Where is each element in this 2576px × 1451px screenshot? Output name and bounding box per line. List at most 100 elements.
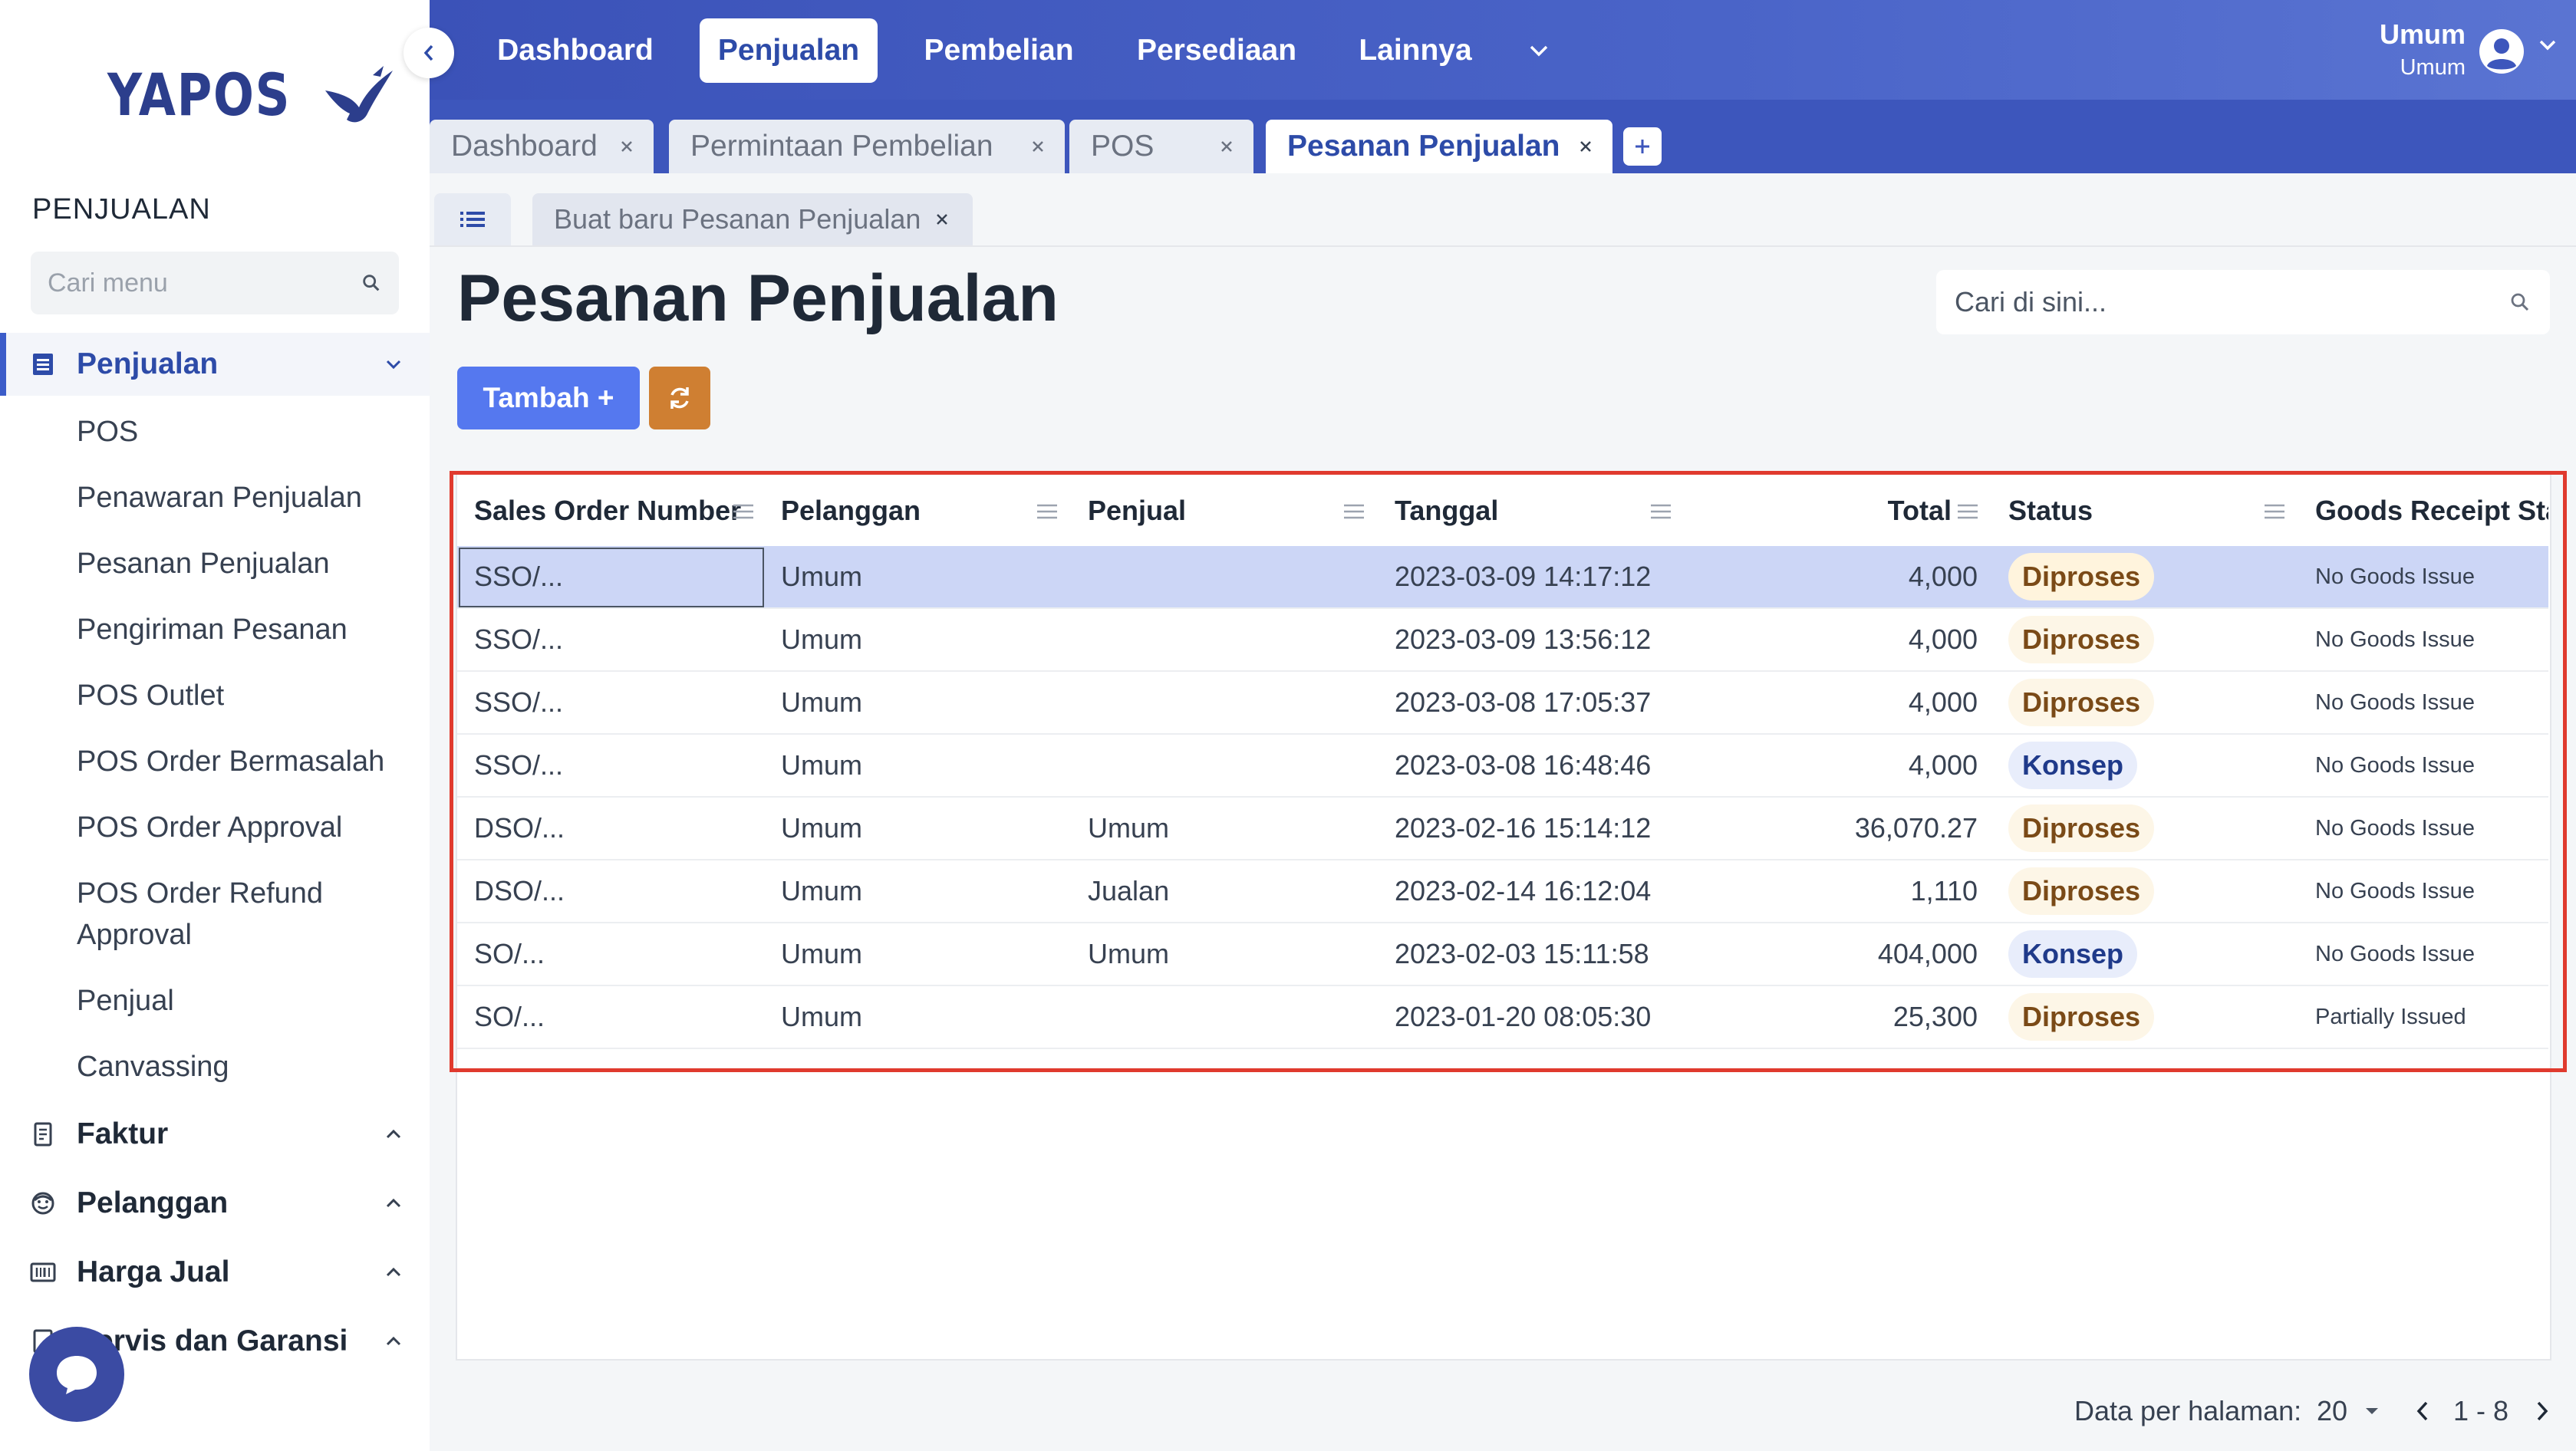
cell-total[interactable]: 25,300 <box>1701 986 1978 1048</box>
add-tab-button[interactable] <box>1623 127 1662 166</box>
user-info[interactable]: Umum Umum <box>2380 18 2466 81</box>
column-menu-icon[interactable] <box>2263 503 2286 520</box>
column-header-status[interactable]: Status <box>2008 475 2093 546</box>
cell-pelanggan[interactable]: Umum <box>781 798 862 859</box>
nav-dashboard[interactable]: Dashboard <box>483 18 667 83</box>
cell-pelanggan[interactable]: Umum <box>781 860 862 922</box>
cell-tanggal[interactable]: 2023-03-08 16:48:46 <box>1395 735 1651 796</box>
cell-tanggal[interactable]: 2023-02-03 15:11:58 <box>1395 923 1649 985</box>
cell-sales-order-number[interactable]: SO/... <box>474 923 545 985</box>
cell-total[interactable]: 4,000 <box>1701 546 1978 607</box>
sidebar-group-faktur[interactable]: Faktur <box>0 1103 430 1166</box>
cell-status[interactable]: Diproses <box>2008 609 2155 670</box>
cell-total[interactable]: 4,000 <box>1701 609 1978 670</box>
cell-goods-receipt-status[interactable]: No Goods Issue <box>2315 735 2475 796</box>
sidebar-item-pos-outlet[interactable]: POS Outlet <box>77 675 414 716</box>
cell-penjual[interactable]: Umum <box>1088 798 1169 859</box>
list-view-toggle[interactable] <box>434 193 511 245</box>
cell-sales-order-number[interactable]: SO/... <box>474 986 545 1048</box>
close-icon[interactable] <box>1028 137 1048 156</box>
cell-total[interactable]: 1,110 <box>1701 860 1978 922</box>
sidebar-group-harga-jual[interactable]: Harga Jual <box>0 1241 430 1304</box>
chat-bubble-button[interactable] <box>29 1327 124 1422</box>
cell-penjual[interactable]: Jualan <box>1088 860 1169 922</box>
column-header-total[interactable]: Total <box>1760 475 1952 546</box>
close-icon[interactable] <box>1217 137 1237 156</box>
sidebar-group-penjualan[interactable]: Penjualan <box>0 333 430 396</box>
sidebar-item-pos-order-approval[interactable]: POS Order Approval <box>77 807 414 848</box>
main-search-input[interactable]: Cari di sini... <box>1936 270 2550 334</box>
sidebar-item-penawaran-penjualan[interactable]: Penawaran Penjualan <box>77 477 414 518</box>
add-button[interactable]: Tambah + <box>457 367 640 429</box>
cell-tanggal[interactable]: 2023-02-14 16:12:04 <box>1395 860 1651 922</box>
sidebar-item-pengiriman-pesanan[interactable]: Pengiriman Pesanan <box>77 609 414 650</box>
column-header-pelanggan[interactable]: Pelanggan <box>781 475 921 546</box>
cell-status[interactable]: Diproses <box>2008 798 2155 859</box>
sidebar-group-pelanggan[interactable]: Pelanggan <box>0 1172 430 1235</box>
cell-goods-receipt-status[interactable]: No Goods Issue <box>2315 546 2475 607</box>
sidebar-item-penjual[interactable]: Penjual <box>77 980 414 1022</box>
refresh-button[interactable] <box>649 367 710 429</box>
table-row[interactable]: SO/... Umum 2023-01-20 08:05:30 25,300 D… <box>457 986 2548 1049</box>
sidebar-item-pos-order-refund-approval[interactable]: POS Order Refund Approval <box>77 873 353 956</box>
cell-total[interactable]: 4,000 <box>1701 735 1978 796</box>
subtab-buat-baru[interactable]: Buat baru Pesanan Penjualan <box>532 193 973 245</box>
cell-sales-order-number[interactable]: SSO/... <box>474 735 563 796</box>
brand-logo[interactable]: YAPOS <box>107 60 396 129</box>
next-page-button[interactable] <box>2535 1388 2550 1434</box>
table-row[interactable]: SSO/... Umum 2023-03-09 13:56:12 4,000 D… <box>457 609 2548 672</box>
close-icon[interactable] <box>1576 137 1596 156</box>
close-icon[interactable] <box>933 210 951 229</box>
cell-goods-receipt-status[interactable]: Partially Issued <box>2315 986 2466 1048</box>
column-header-penjual[interactable]: Penjual <box>1088 475 1186 546</box>
cell-tanggal[interactable]: 2023-03-08 17:05:37 <box>1395 672 1651 733</box>
chevron-down-icon[interactable] <box>2538 38 2558 52</box>
cell-sales-order-number[interactable]: SSO/... <box>474 609 563 670</box>
cell-status[interactable]: Diproses <box>2008 546 2155 607</box>
cell-total[interactable]: 404,000 <box>1701 923 1978 985</box>
cell-tanggal[interactable]: 2023-01-20 08:05:30 <box>1395 986 1651 1048</box>
column-menu-icon[interactable] <box>1649 503 1672 520</box>
cell-status[interactable]: Konsep <box>2008 923 2138 985</box>
nav-persediaan[interactable]: Persediaan <box>1125 18 1309 83</box>
cell-tanggal[interactable]: 2023-03-09 14:17:12 <box>1395 546 1651 607</box>
cell-sales-order-number[interactable]: DSO/... <box>474 860 565 922</box>
cell-status[interactable]: Diproses <box>2008 672 2155 733</box>
cell-status[interactable]: Diproses <box>2008 986 2155 1048</box>
cell-goods-receipt-status[interactable]: No Goods Issue <box>2315 860 2475 922</box>
tab-pos[interactable]: POS <box>1069 120 1253 173</box>
column-menu-icon[interactable] <box>732 503 755 520</box>
table-row[interactable]: SSO/... Umum 2023-03-08 16:48:46 4,000 K… <box>457 735 2548 798</box>
cell-pelanggan[interactable]: Umum <box>781 609 862 670</box>
sidebar-item-pos[interactable]: POS <box>77 411 414 452</box>
per-page-select[interactable]: 20 <box>2317 1388 2380 1434</box>
table-row[interactable]: DSO/... Umum Umum 2023-02-16 15:14:12 36… <box>457 798 2548 860</box>
cell-tanggal[interactable]: 2023-03-09 13:56:12 <box>1395 609 1651 670</box>
cell-status[interactable]: Konsep <box>2008 735 2138 796</box>
previous-page-button[interactable] <box>2415 1388 2430 1434</box>
cell-sales-order-number[interactable]: DSO/... <box>474 798 565 859</box>
column-header-sales-order-number[interactable]: Sales Order Number <box>474 475 741 546</box>
nav-penjualan[interactable]: Penjualan <box>700 18 878 83</box>
table-row[interactable]: SSO/... Umum 2023-03-09 14:17:12 4,000 D… <box>457 546 2548 609</box>
cell-penjual[interactable]: Umum <box>1088 923 1169 985</box>
nav-more-dropdown[interactable] <box>1522 18 1556 83</box>
column-header-tanggal[interactable]: Tanggal <box>1395 475 1498 546</box>
sidebar-item-pesanan-penjualan[interactable]: Pesanan Penjualan <box>77 543 414 584</box>
user-avatar-icon[interactable] <box>2478 28 2525 75</box>
column-menu-icon[interactable] <box>1956 503 1979 520</box>
cell-pelanggan[interactable]: Umum <box>781 923 862 985</box>
cell-tanggal[interactable]: 2023-02-16 15:14:12 <box>1395 798 1651 859</box>
table-row[interactable]: SSO/... Umum 2023-03-08 17:05:37 4,000 D… <box>457 672 2548 735</box>
tab-pesanan-penjualan[interactable]: Pesanan Penjualan <box>1266 120 1612 173</box>
table-row[interactable]: SO/... Umum Umum 2023-02-03 15:11:58 404… <box>457 923 2548 986</box>
tab-dashboard[interactable]: Dashboard <box>430 120 654 173</box>
cell-pelanggan[interactable]: Umum <box>781 546 862 607</box>
close-icon[interactable] <box>617 137 637 156</box>
cell-total[interactable]: 36,070.27 <box>1701 798 1978 859</box>
column-menu-icon[interactable] <box>1342 503 1365 520</box>
cell-goods-receipt-status[interactable]: No Goods Issue <box>2315 672 2475 733</box>
nav-lainnya[interactable]: Lainnya <box>1346 18 1485 83</box>
column-header-goods-receipt-status[interactable]: Goods Receipt Sta <box>2315 475 2548 546</box>
cell-status[interactable]: Diproses <box>2008 860 2155 922</box>
